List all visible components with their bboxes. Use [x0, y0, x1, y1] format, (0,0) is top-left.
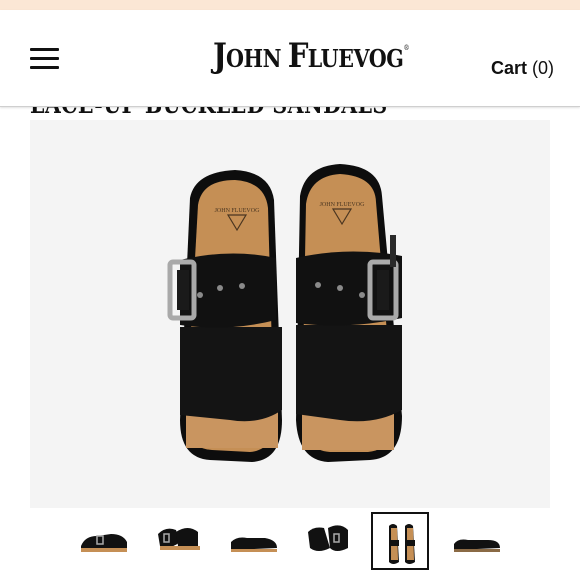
- sandal-profile-icon: [454, 539, 500, 552]
- menu-bar: [30, 48, 59, 51]
- hamburger-menu-icon[interactable]: [30, 48, 60, 70]
- sandal-single-side-icon: [231, 537, 277, 552]
- sandal-front-angled-icon: [308, 525, 348, 551]
- sandal-side-view-icon: [81, 534, 127, 552]
- product-main-image[interactable]: JOHN FLUEVOG JOHN FLUEVOG: [30, 120, 550, 508]
- registered-mark: ®: [403, 44, 410, 52]
- sandal-pair-angled-icon: [158, 528, 200, 550]
- sandal-top-view-icon: [389, 524, 415, 564]
- product-title-container: LACE-UP BUCKLED SANDALS: [0, 106, 580, 120]
- menu-bar: [30, 57, 59, 60]
- thumbnail-2[interactable]: [150, 512, 208, 570]
- promo-banner-strip: [0, 0, 580, 10]
- product-title: LACE-UP BUCKLED SANDALS: [30, 106, 388, 119]
- thumbnail-5-selected[interactable]: [371, 512, 429, 570]
- product-thumbnail-strip: [0, 508, 580, 580]
- john-fluevog-logo[interactable]: JOHN FLUEVOG®: [213, 36, 410, 80]
- sandals-top-view-illustration: JOHN FLUEVOG JOHN FLUEVOG: [30, 120, 550, 508]
- logo-letter: F: [287, 36, 309, 76]
- logo-letters: OHN: [225, 44, 288, 73]
- thumbnail-4[interactable]: [300, 512, 358, 570]
- thumbnail-6[interactable]: [448, 512, 506, 570]
- cart-link[interactable]: Cart (0): [491, 58, 554, 79]
- cart-label: Cart: [490, 58, 527, 78]
- thumbnail-1[interactable]: [75, 512, 133, 570]
- svg-text:JOHN FLUEVOG: JOHN FLUEVOG: [215, 208, 261, 214]
- menu-bar: [30, 66, 59, 69]
- logo-letter: J: [213, 36, 227, 76]
- cart-count: (0): [532, 58, 554, 78]
- site-header: JOHN FLUEVOG® Cart (0): [0, 10, 580, 107]
- thumbnail-3[interactable]: [225, 512, 283, 570]
- svg-text:JOHN FLUEVOG: JOHN FLUEVOG: [320, 202, 366, 208]
- logo-letters: LUEVOG: [307, 44, 404, 73]
